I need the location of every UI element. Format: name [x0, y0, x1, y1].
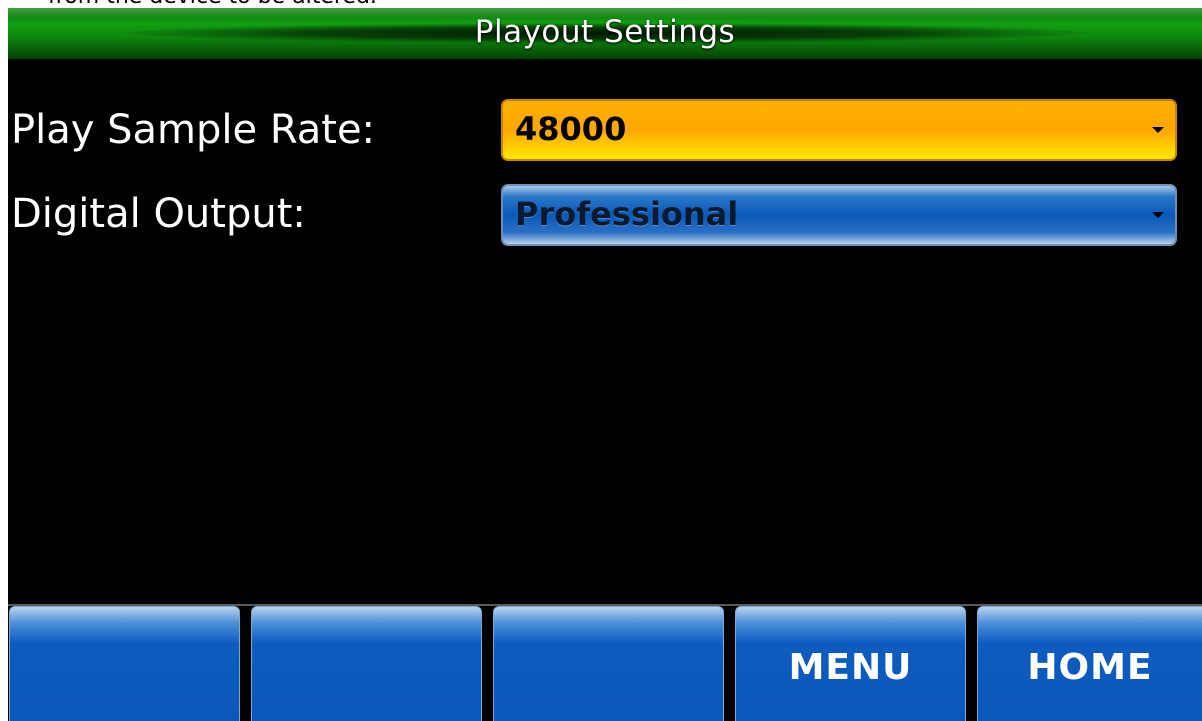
menu-button-label: MENU — [788, 647, 913, 688]
softkey-3[interactable] — [493, 606, 724, 721]
digital-output-dropdown[interactable]: Professional — [501, 184, 1177, 246]
play-sample-rate-value: 48000 — [515, 110, 627, 148]
page-caption-fragment: from the device to be altered. — [48, 0, 377, 8]
play-sample-rate-label: Play Sample Rate: — [11, 107, 376, 153]
home-button[interactable]: HOME — [977, 606, 1202, 721]
menu-button[interactable]: MENU — [735, 606, 966, 721]
softkey-1[interactable] — [9, 606, 240, 721]
play-sample-rate-dropdown[interactable]: 48000 — [501, 99, 1177, 161]
chevron-down-icon — [1152, 212, 1164, 218]
chevron-down-icon — [1152, 127, 1164, 133]
home-button-label: HOME — [1027, 647, 1153, 688]
title-bar: Playout Settings — [8, 8, 1202, 59]
digital-output-value: Professional — [515, 195, 739, 233]
softkey-2[interactable] — [251, 606, 482, 721]
digital-output-label: Digital Output: — [11, 191, 306, 237]
page-title: Playout Settings — [474, 14, 736, 50]
